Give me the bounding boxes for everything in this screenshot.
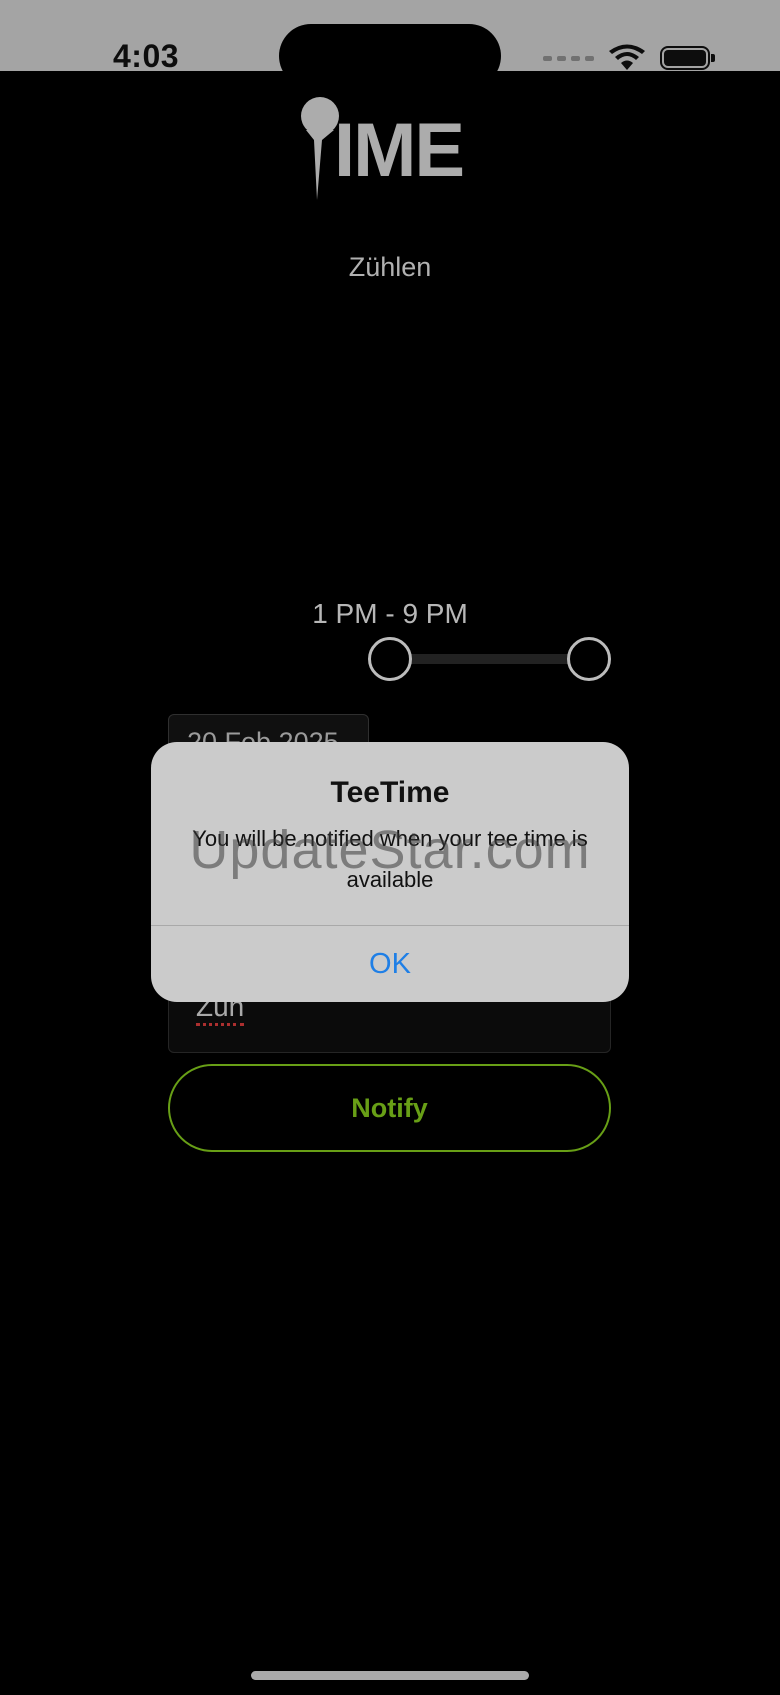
home-indicator[interactable] xyxy=(251,1671,529,1680)
alert-title: TeeTime xyxy=(330,776,450,809)
alert-dialog: TeeTime You will be notified when your t… xyxy=(151,742,629,1002)
alert-message: You will be notified when your tee time … xyxy=(192,826,588,892)
alert-ok-button[interactable]: OK xyxy=(151,926,629,1002)
